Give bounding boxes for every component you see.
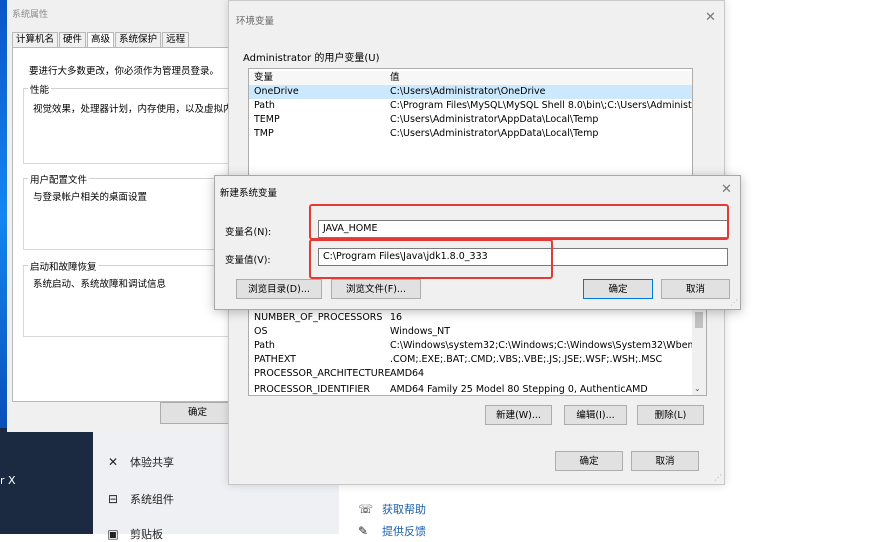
table-row[interactable]: Path C:\Program Files\MySQL\MySQL Shell … (249, 99, 692, 113)
var-value: AMD64 Family 25 Model 80 Stepping 0, Aut… (390, 384, 648, 395)
var-value: 16 (390, 312, 403, 323)
feedback-label: 提供反馈 (382, 525, 426, 538)
table-row[interactable]: TMP C:\Users\Administrator\AppData\Local… (249, 127, 692, 141)
var-name-label: 变量名(N): (225, 227, 272, 238)
nav-pane-glyph: r X (0, 474, 16, 487)
var-value: .COM;.EXE;.BAT;.CMD;.VBS;.VBE;.JS;.JSE;.… (390, 354, 663, 365)
settings-item-components[interactable]: ⊟ 系统组件 (105, 491, 174, 507)
admin-note: 要进行大多数更改，你必须作为管理员登录。 (29, 66, 220, 77)
var-value: C:\Windows\system32;C:\Windows;C:\Window… (390, 340, 707, 351)
var-name: PATHEXT (254, 354, 296, 365)
tab-remote[interactable]: 远程 (162, 32, 190, 47)
ok-button[interactable]: 确定 (160, 402, 235, 424)
edit-button[interactable]: 编辑(I)... (564, 405, 627, 425)
var-value: Windows_NT (390, 326, 451, 337)
var-value: AMD64 (390, 368, 425, 379)
resize-grip-icon[interactable]: ⋰ (730, 298, 738, 307)
tab-strip: 计算机名 硬件 高级 系统保护 远程 (12, 32, 190, 47)
get-help-label: 获取帮助 (382, 503, 426, 516)
dialog-title: 环境变量 (236, 16, 275, 27)
highlight-box-name (309, 204, 729, 240)
startup-recovery-group: 启动和故障恢复 系统启动、系统故障和调试信息 (23, 259, 235, 337)
feedback-link[interactable]: ✎ 提供反馈 (358, 523, 426, 539)
table-row[interactable]: PATHEXT .COM;.EXE;.BAT;.CMD;.VBS;.VBE;.J… (249, 353, 706, 367)
share-icon: ✕ (107, 455, 119, 469)
scrollbar-thumb[interactable] (695, 312, 703, 328)
settings-item-label: 体验共享 (130, 456, 174, 469)
get-help-link[interactable]: ☏ 获取帮助 (358, 501, 426, 517)
var-name: Path (254, 100, 275, 111)
table-row[interactable]: OneDrive C:\Users\Administrator\OneDrive (249, 85, 692, 99)
var-name: Path (254, 340, 275, 351)
new-system-variable-dialog: 新建系统变量 ✕ 变量名(N): JAVA_HOME 变量值(V): C:\Pr… (214, 175, 741, 310)
chevron-down-icon[interactable]: ⌄ (694, 384, 701, 393)
system-vars-list[interactable]: NUMBER_OF_PROCESSORS 16 OS Windows_NT Pa… (248, 307, 707, 396)
var-name: PROCESSOR_IDENTIFIER (254, 384, 371, 395)
new-button[interactable]: 新建(W)... (485, 405, 552, 425)
var-name: TEMP (254, 114, 280, 125)
desktop-accent-strip (0, 0, 7, 430)
table-row[interactable]: TEMP C:\Users\Administrator\AppData\Loca… (249, 113, 692, 127)
dialog-title: 新建系统变量 (220, 188, 278, 199)
var-value: C:\Users\Administrator\AppData\Local\Tem… (390, 114, 599, 125)
var-name: TMP (254, 128, 274, 139)
components-icon: ⊟ (107, 492, 119, 506)
dialog-title: 系统属性 (12, 10, 49, 20)
settings-item-label: 剪贴板 (130, 528, 163, 541)
tab-content: 要进行大多数更改，你必须作为管理员登录。 性能 视觉效果，处理器计划，内存使用，… (12, 47, 235, 402)
close-icon[interactable]: ✕ (705, 10, 716, 25)
tab-hardware[interactable]: 硬件 (59, 32, 87, 47)
group-frame (23, 266, 235, 337)
var-name: PROCESSOR_ARCHITECTURE (254, 368, 391, 379)
user-profiles-group: 用户配置文件 与登录帐户相关的桌面设置 (23, 172, 235, 250)
table-row[interactable]: OS Windows_NT (249, 325, 706, 339)
var-value: C:\Users\Administrator\OneDrive (390, 86, 546, 97)
var-value: C:\Program Files\MySQL\MySQL Shell 8.0\b… (390, 100, 693, 111)
settings-item-label: 系统组件 (130, 493, 174, 506)
tab-system-protection[interactable]: 系统保护 (115, 32, 162, 47)
resize-grip-icon[interactable]: ⋰ (714, 473, 722, 482)
ok-button[interactable]: 确定 (583, 279, 653, 299)
var-value-label: 变量值(V): (225, 255, 271, 266)
settings-item-clipboard[interactable]: ▣ 剪贴板 (105, 526, 163, 542)
table-row[interactable]: PROCESSOR_ARCHITECTURE AMD64 (249, 367, 706, 381)
cancel-button[interactable]: 取消 (631, 451, 699, 471)
user-vars-list[interactable]: 变量 值 OneDrive C:\Users\Administrator\One… (248, 68, 693, 182)
column-header-value[interactable]: 值 (390, 71, 400, 85)
feedback-icon: ✎ (358, 524, 369, 538)
tab-advanced[interactable]: 高级 (87, 32, 115, 47)
var-name: OS (254, 326, 268, 337)
performance-group: 性能 视觉效果，处理器计划，内存使用，以及虚拟内 (23, 82, 235, 164)
var-name: NUMBER_OF_PROCESSORS (254, 312, 383, 323)
vertical-scrollbar[interactable]: ⌄ (692, 308, 706, 395)
settings-nav-pane: r X (0, 428, 93, 534)
var-value: C:\Users\Administrator\AppData\Local\Tem… (390, 128, 599, 139)
column-header-name[interactable]: 变量 (254, 71, 273, 85)
group-frame (23, 89, 235, 164)
settings-item-share[interactable]: ✕ 体验共享 (105, 454, 174, 470)
close-icon[interactable]: ✕ (721, 182, 732, 197)
group-frame (23, 179, 235, 250)
delete-button[interactable]: 删除(L) (637, 405, 704, 425)
browse-file-button[interactable]: 浏览文件(F)... (331, 279, 421, 299)
cancel-button[interactable]: 取消 (661, 279, 730, 299)
table-row[interactable]: Path C:\Windows\system32;C:\Windows;C:\W… (249, 339, 706, 353)
table-row[interactable]: NUMBER_OF_PROCESSORS 16 (249, 311, 706, 325)
table-row[interactable]: PROCESSOR_IDENTIFIER AMD64 Family 25 Mod… (249, 383, 706, 395)
user-vars-label: Administrator 的用户变量(U) (243, 53, 380, 64)
help-icon: ☏ (358, 502, 374, 516)
browse-directory-button[interactable]: 浏览目录(D)... (236, 279, 322, 299)
highlight-box-value (309, 239, 553, 279)
var-name: OneDrive (254, 86, 299, 97)
clipboard-icon: ▣ (107, 527, 119, 541)
ok-button[interactable]: 确定 (555, 451, 623, 471)
system-properties-dialog: 系统属性 计算机名 硬件 高级 系统保护 远程 要进行大多数更改，你必须作为管理… (7, 0, 235, 432)
tab-computer-name[interactable]: 计算机名 (12, 32, 59, 47)
list-header: 变量 值 (249, 71, 692, 85)
